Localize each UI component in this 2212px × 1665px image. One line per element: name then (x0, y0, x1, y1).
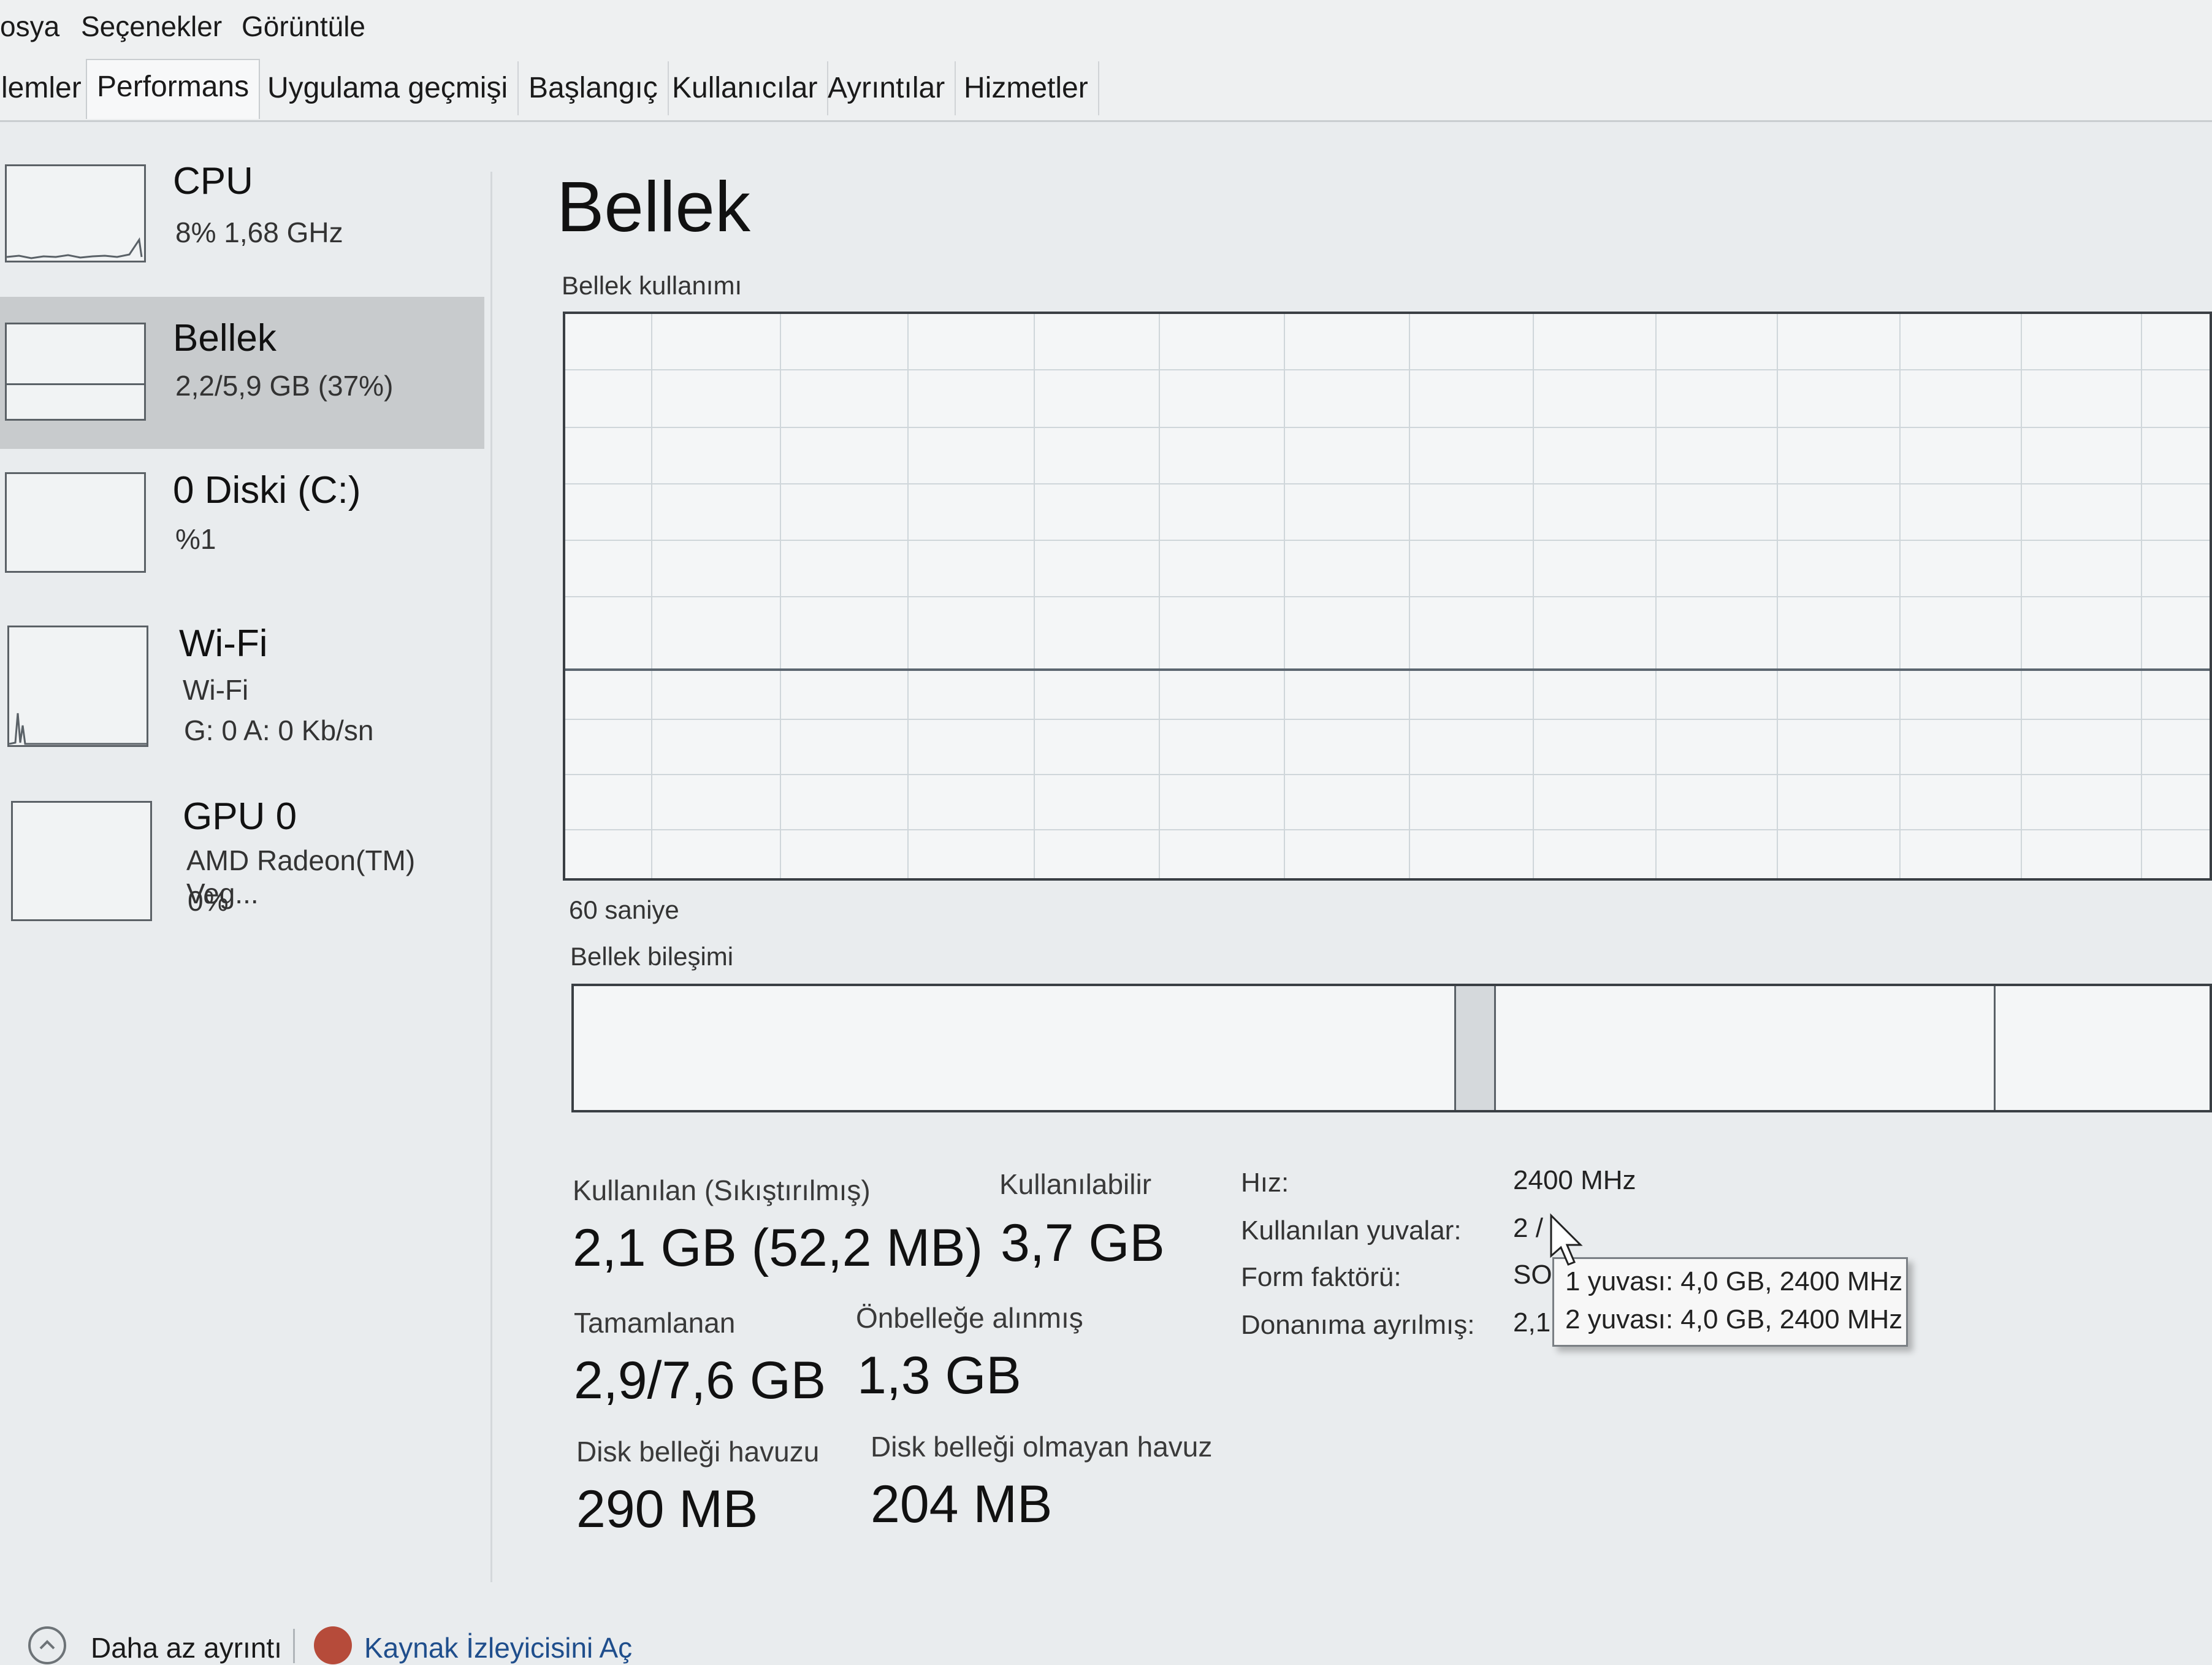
menu-bar: osya Seçenekler Görüntüle (0, 0, 2212, 56)
form-factor-value: SO (1513, 1260, 1552, 1290)
sidebar-gpu-usage: 0% (188, 885, 229, 917)
tab-processes[interactable]: lemler (0, 61, 93, 115)
sidebar-memory-usage: 2,2/5,9 GB (37%) (175, 370, 394, 402)
paged-pool-label: Disk belleği havuzu (576, 1436, 820, 1468)
tab-app-history[interactable]: Uygulama geçmişi (257, 61, 519, 115)
cached-value: 1,3 GB (857, 1346, 1021, 1405)
memory-usage-graph (563, 312, 2212, 881)
memory-composition-label: Bellek bileşimi (570, 942, 734, 971)
speed-label: Hız: (1241, 1168, 1289, 1198)
composition-modified-segment (1454, 986, 1496, 1110)
sidebar-disk-usage: %1 (175, 523, 216, 555)
sidebar-item-disk[interactable]: 0 Diski (C:) %1 (0, 454, 484, 606)
sidebar-cpu-usage: 8% 1,68 GHz (175, 216, 343, 248)
sidebar-memory-title: Bellek (173, 317, 276, 359)
available-value: 3,7 GB (1001, 1214, 1165, 1273)
chevron-up-icon[interactable] (28, 1626, 66, 1664)
cpu-thumbnail-graph (5, 164, 146, 262)
footer: Daha az ayrıntı Kaynak İzleyicisini Aç (0, 1613, 2212, 1664)
paged-pool-value: 290 MB (576, 1480, 758, 1539)
tab-users[interactable]: Kullanıcılar (662, 61, 829, 115)
sidebar-separator (490, 172, 492, 1582)
committed-label: Tamamlanan (574, 1307, 736, 1339)
wifi-thumbnail-graph (7, 626, 148, 747)
memory-composition-bar (571, 984, 2212, 1112)
committed-value: 2,9/7,6 GB (574, 1351, 826, 1410)
mouse-cursor-icon (1549, 1213, 1585, 1271)
disk-thumbnail-graph (5, 472, 146, 573)
menu-file[interactable]: osya (0, 10, 59, 43)
hardware-reserved-label: Donanıma ayrılmış: (1241, 1310, 1475, 1340)
sidebar-gpu-title: GPU 0 (183, 795, 297, 838)
sidebar-item-cpu[interactable]: CPU 8% 1,68 GHz (0, 147, 484, 299)
tab-services[interactable]: Hizmetler (954, 61, 1099, 115)
used-value: 2,1 GB (52,2 MB) (573, 1219, 983, 1277)
used-label: Kullanılan (Sıkıştırılmış) (573, 1174, 871, 1206)
tab-bar: lemler Performans Uygulama geçmişi Başla… (0, 56, 2212, 122)
memory-thumbnail-graph (5, 323, 146, 421)
form-factor-label: Form faktörü: (1241, 1262, 1402, 1292)
nonpaged-pool-value: 204 MB (871, 1475, 1053, 1534)
sidebar-disk-title: 0 Diski (C:) (173, 469, 361, 511)
sidebar-wifi-adapter: Wi-Fi (183, 674, 249, 706)
tab-startup[interactable]: Başlangıç (519, 61, 669, 115)
sidebar-wifi-throughput: G: 0 A: 0 Kb/sn (184, 714, 374, 746)
page-title: Bellek (557, 167, 750, 247)
sidebar-cpu-title: CPU (173, 160, 253, 202)
tooltip-slot-2: 2 yuvası: 4,0 GB, 2400 MHz (1565, 1304, 1903, 1334)
memory-usage-label: Bellek kullanımı (562, 271, 742, 300)
nonpaged-pool-label: Disk belleği olmayan havuz (871, 1431, 1213, 1463)
sidebar-item-memory[interactable]: Bellek 2,2/5,9 GB (37%) (0, 297, 484, 449)
slots-tooltip: 1 yuvası: 4,0 GB, 2400 MHz 2 yuvası: 4,0… (1552, 1257, 1908, 1347)
speed-value: 2400 MHz (1513, 1165, 1636, 1195)
available-label: Kullanılabilir (999, 1168, 1152, 1200)
time-span-label: 60 saniye (569, 895, 679, 924)
slots-used-value[interactable]: 2 / (1513, 1213, 1543, 1244)
footer-divider (293, 1629, 295, 1663)
memory-usage-line (565, 668, 2210, 671)
menu-view[interactable]: Görüntüle (242, 10, 365, 43)
menu-options[interactable]: Seçenekler (81, 10, 222, 43)
tab-performance[interactable]: Performans (86, 59, 261, 119)
sidebar-item-wifi[interactable]: Wi-Fi Wi-Fi G: 0 A: 0 Kb/sn (0, 607, 484, 767)
cached-label: Önbelleğe alınmış (856, 1302, 1083, 1334)
tooltip-slot-1: 1 yuvası: 4,0 GB, 2400 MHz (1565, 1266, 1903, 1296)
resource-monitor-icon (314, 1626, 352, 1664)
sidebar-item-gpu[interactable]: GPU 0 AMD Radeon(TM) Veg... 0% (0, 779, 484, 938)
tab-details[interactable]: Ayrıntılar (818, 61, 956, 115)
hardware-reserved-value: 2,1 (1513, 1307, 1551, 1338)
sidebar-wifi-title: Wi-Fi (179, 622, 268, 665)
gpu-thumbnail-graph (11, 801, 152, 921)
composition-divider (1994, 986, 1996, 1110)
slots-used-label: Kullanılan yuvalar: (1241, 1215, 1462, 1246)
sidebar-gpu-name: AMD Radeon(TM) Veg... (186, 844, 416, 909)
